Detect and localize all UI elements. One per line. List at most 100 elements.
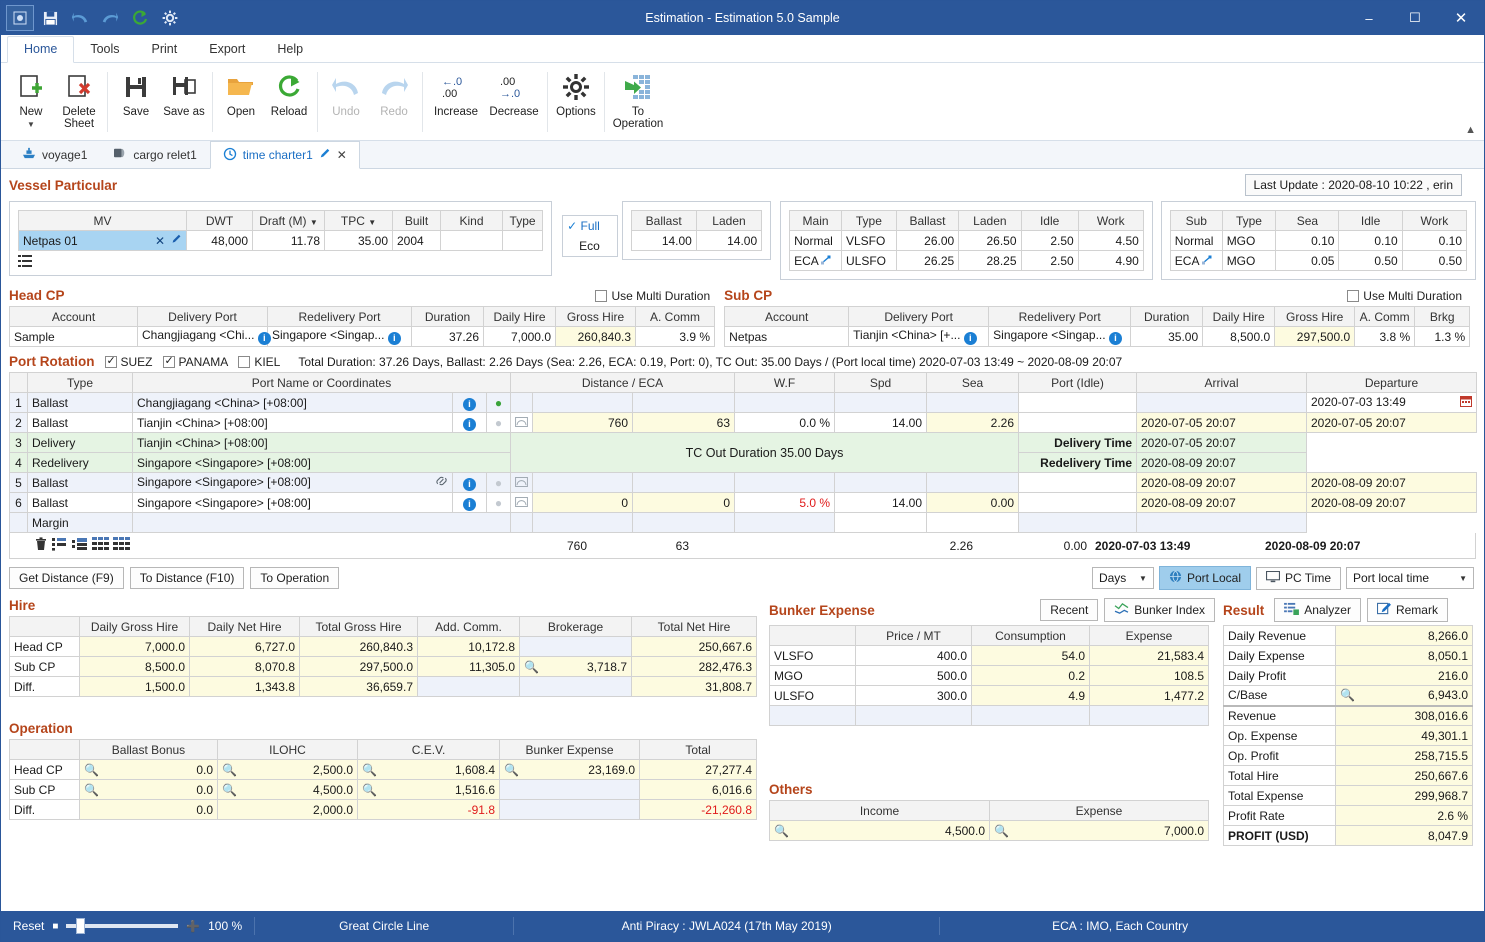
close-icon[interactable]: ✕ bbox=[337, 148, 347, 162]
delivery-time-value[interactable]: 2020-07-05 20:07 bbox=[1136, 432, 1307, 453]
cell-daily-hire[interactable]: 7,000.0 bbox=[483, 326, 556, 347]
cell-a-comm[interactable]: 3.8 % bbox=[1354, 326, 1416, 347]
add-row-icon[interactable] bbox=[72, 537, 88, 554]
cell-type[interactable]: Ballast bbox=[27, 412, 133, 433]
cell-daily-gross[interactable]: 8,500.0 bbox=[79, 656, 190, 677]
cell-price[interactable] bbox=[855, 705, 972, 726]
cell-idle[interactable]: 2.50 bbox=[1020, 230, 1079, 251]
cell-idle[interactable]: 0.50 bbox=[1338, 250, 1403, 271]
cell-sea[interactable] bbox=[926, 472, 1019, 493]
redo-button[interactable]: Redo bbox=[370, 66, 418, 140]
cell-redelivery-port[interactable]: Singapore <Singap... i bbox=[267, 326, 412, 347]
table-row[interactable]: ULSFO 300.0 4.9 1,477.2 bbox=[769, 685, 1209, 706]
save-as-button[interactable]: Save as bbox=[160, 66, 208, 140]
reload-button[interactable]: Reload bbox=[265, 66, 313, 140]
cell-arrival[interactable] bbox=[1018, 512, 1137, 533]
map-pin-icon[interactable]: ● bbox=[486, 392, 511, 413]
time-select[interactable]: Port local time ▼ bbox=[1346, 567, 1474, 589]
cell-idle[interactable] bbox=[1018, 392, 1137, 413]
sub-cp-multi-duration-checkbox[interactable]: Use Multi Duration bbox=[1347, 289, 1462, 303]
cell-sea[interactable] bbox=[834, 512, 927, 533]
cell-price[interactable]: 300.0 bbox=[855, 685, 972, 706]
table-row[interactable]: Normal VLSFO 26.00 26.50 2.50 4.50 bbox=[789, 230, 1144, 251]
table-row[interactable]: Sample Changjiagang <Chi... i Singapore … bbox=[9, 326, 715, 347]
cell-wf[interactable] bbox=[632, 512, 735, 533]
app-menu-icon[interactable] bbox=[6, 5, 34, 31]
cell-distance[interactable] bbox=[510, 512, 533, 533]
cell-departure[interactable]: 2020-07-03 13:49 bbox=[1306, 392, 1477, 413]
cell-eca[interactable] bbox=[632, 472, 735, 493]
cell-consumption[interactable]: 4.9 bbox=[971, 685, 1090, 706]
link-icon[interactable] bbox=[435, 475, 448, 490]
cell-brokerage[interactable]: 🔍 3,718.7 bbox=[519, 656, 632, 677]
table-row[interactable]: 6 Ballast Singapore <Singapore> [+08:00]… bbox=[9, 492, 1477, 513]
cell-port-name[interactable]: Changjiagang <China> [+08:00] bbox=[132, 392, 453, 413]
cell-add-comm[interactable]: 10,172.8 bbox=[417, 636, 520, 657]
cell-ballast[interactable]: 26.00 bbox=[895, 230, 960, 251]
cell-total-gross[interactable]: 297,500.0 bbox=[299, 656, 418, 677]
cell-port-name[interactable]: Singapore <Singapore> [+08:00] bbox=[132, 492, 453, 513]
col-draft[interactable]: Draft (M) ▼ bbox=[252, 210, 325, 231]
menu-tab-help[interactable]: Help bbox=[261, 37, 319, 62]
cell-total-gross[interactable]: 260,840.3 bbox=[299, 636, 418, 657]
cell-eca[interactable]: 0 bbox=[632, 492, 735, 513]
delete-row-icon[interactable] bbox=[34, 537, 48, 554]
edit-pencil-icon[interactable] bbox=[171, 234, 182, 248]
cell-spd[interactable] bbox=[834, 472, 927, 493]
zoom-control[interactable]: Reset ■ ➕ 100 % bbox=[1, 917, 254, 935]
search-icon[interactable]: 🔍 bbox=[362, 763, 377, 777]
cell-arrival[interactable]: 2020-08-09 20:07 bbox=[1136, 472, 1307, 493]
search-icon[interactable]: 🔍 bbox=[994, 824, 1009, 838]
cell-type[interactable] bbox=[501, 230, 544, 251]
cell-distance[interactable]: 0 bbox=[532, 492, 633, 513]
table-row[interactable]: Netpas 01 ✕ 48,000 11.78 35.00 2004 bbox=[18, 230, 544, 251]
table-row[interactable]: Netpas Tianjin <China> [+... i Singapore… bbox=[724, 326, 1471, 347]
open-button[interactable]: Open bbox=[217, 66, 265, 140]
cell-draft[interactable]: 11.78 bbox=[252, 230, 325, 251]
table-row[interactable]: C/Base 🔍 6,943.0 bbox=[1223, 685, 1473, 706]
route-icon[interactable] bbox=[510, 412, 533, 433]
cell-idle[interactable] bbox=[926, 512, 1019, 533]
cell-add-comm[interactable]: 11,305.0 bbox=[417, 656, 520, 677]
table-row[interactable]: Head CP 7,000.0 6,727.0 260,840.3 10,172… bbox=[9, 636, 757, 657]
info-icon[interactable]: i bbox=[963, 332, 977, 345]
cell-eca[interactable] bbox=[532, 512, 633, 533]
cell-spd[interactable] bbox=[734, 512, 835, 533]
table-row[interactable]: 3 Delivery Tianjin <China> [+08:00] TC O… bbox=[9, 432, 1477, 473]
table-row[interactable]: 2 Ballast Tianjin <China> [+08:00] i ● 7… bbox=[9, 412, 1477, 433]
head-cp-multi-duration-checkbox[interactable]: Use Multi Duration bbox=[595, 289, 710, 303]
canal-checkbox-panama[interactable]: PANAMA bbox=[162, 354, 228, 369]
redelivery-time-value[interactable]: 2020-08-09 20:07 bbox=[1136, 452, 1307, 473]
cell-wf[interactable] bbox=[734, 392, 835, 413]
cell-arrival[interactable] bbox=[1136, 392, 1307, 413]
menu-tab-export[interactable]: Export bbox=[193, 37, 261, 62]
doc-tab-cargo-relet1[interactable]: cargo relet1 bbox=[100, 141, 209, 168]
to-distance-button[interactable]: To Distance (F10) bbox=[129, 567, 245, 589]
doc-tab-time-charter1[interactable]: time charter1 ✕ bbox=[209, 141, 360, 169]
increase-decimal-button[interactable]: ←.0.00 Increase bbox=[427, 66, 485, 140]
cell-departure[interactable]: 2020-08-09 20:07 bbox=[1306, 492, 1477, 513]
table-row[interactable]: 🔍 4,500.0 🔍 7,000.0 bbox=[769, 820, 1209, 841]
table-row[interactable]: ECA MGO 0.05 0.50 0.50 bbox=[1169, 250, 1468, 271]
cell-account[interactable]: Sample bbox=[9, 326, 138, 347]
cell-consumption[interactable] bbox=[971, 705, 1090, 726]
canal-checkbox-kiel[interactable]: KIEL bbox=[238, 355, 280, 369]
cell-brokerage[interactable] bbox=[519, 636, 632, 657]
cell-type[interactable]: VLSFO bbox=[840, 230, 897, 251]
table-row[interactable]: Normal MGO 0.10 0.10 0.10 bbox=[1169, 230, 1468, 251]
recent-button[interactable]: Recent bbox=[1040, 599, 1099, 621]
cell-distance[interactable]: 760 bbox=[532, 412, 633, 433]
cell-consumption[interactable]: 0.2 bbox=[971, 665, 1090, 686]
analyzer-button[interactable]: Analyzer bbox=[1274, 598, 1361, 622]
cell-kind[interactable] bbox=[440, 230, 503, 251]
cell-port-name[interactable] bbox=[132, 512, 511, 533]
to-operation-button[interactable]: To Operation bbox=[250, 567, 340, 589]
pc-time-button[interactable]: PC Time bbox=[1255, 566, 1341, 590]
cell-daily-hire[interactable]: 8,500.0 bbox=[1202, 326, 1276, 347]
cell-daily-gross[interactable]: 7,000.0 bbox=[79, 636, 190, 657]
port-local-button[interactable]: Port Local bbox=[1158, 566, 1251, 590]
calendar-icon[interactable] bbox=[1460, 395, 1472, 410]
delete-sheet-button[interactable]: Delete Sheet bbox=[55, 66, 103, 140]
table-row[interactable]: VLSFO 400.0 54.0 21,583.4 bbox=[769, 645, 1209, 666]
cell-wf[interactable]: 0.0 % bbox=[734, 412, 835, 433]
